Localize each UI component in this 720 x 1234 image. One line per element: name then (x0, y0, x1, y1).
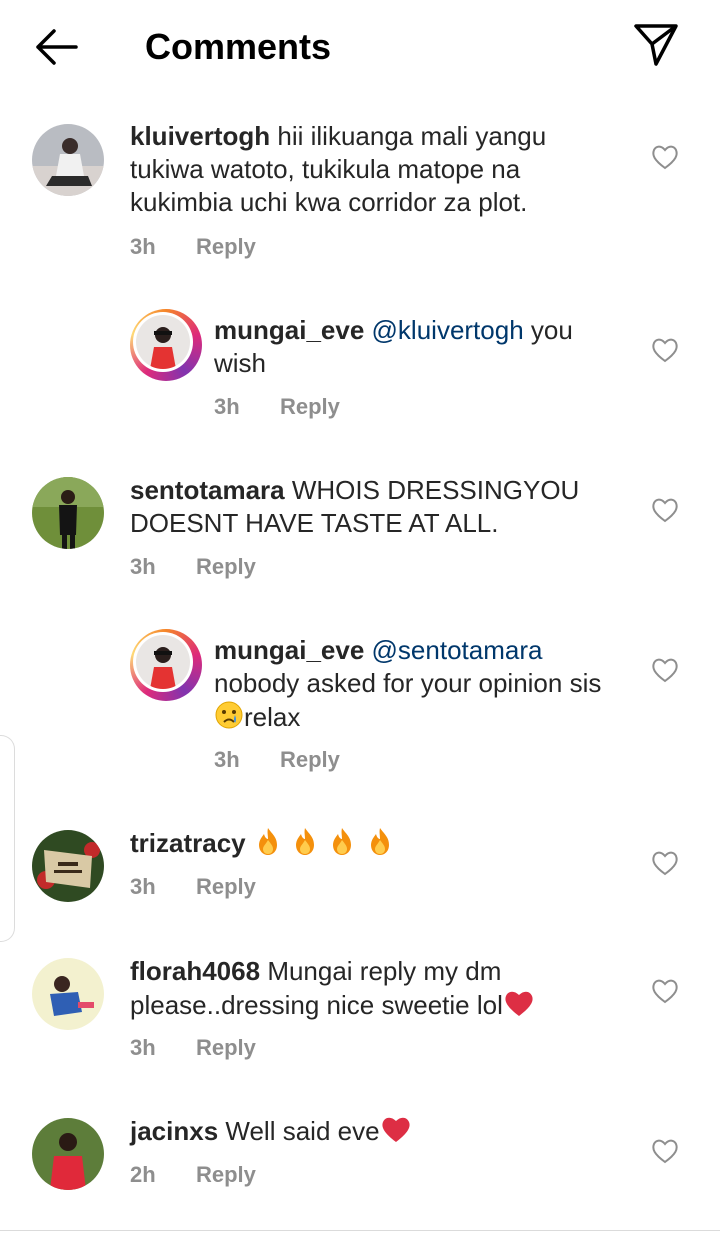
fire-emoji-icon (333, 828, 352, 855)
comment-meta: 3h Reply (130, 554, 256, 580)
reply-button[interactable]: Reply (196, 554, 256, 579)
red-heart-emoji-icon (505, 991, 533, 1016)
reply-button[interactable]: Reply (196, 1162, 256, 1187)
comment-time: 3h (130, 554, 156, 579)
comment-username[interactable]: florah4068 (130, 956, 260, 986)
comment-username[interactable]: jacinxs (130, 1116, 218, 1146)
paper-plane-icon (634, 24, 678, 66)
share-button[interactable] (630, 20, 682, 70)
page-title: Comments (145, 26, 332, 67)
divider (0, 1230, 720, 1231)
fire-emoji-icon (296, 828, 315, 855)
comment-meta: 3h Reply (130, 1035, 256, 1061)
comment-text: kluivertogh hii ilikuanga mali yangu tuk… (130, 120, 610, 219)
comment-body-end: relax (244, 702, 301, 732)
avatar[interactable] (32, 830, 104, 902)
comment-text: trizatracy (130, 826, 610, 860)
red-heart-emoji-icon (381, 1117, 410, 1142)
comment-text: sentotamara WHOIS DRESSINGYOU DOESNT HAV… (130, 474, 610, 540)
mention-link[interactable]: @sentotamara (372, 635, 543, 665)
heart-icon[interactable] (650, 976, 680, 1006)
comment-username[interactable]: sentotamara (130, 475, 285, 505)
comment-meta: 3h Reply (130, 234, 256, 260)
crying-face-emoji-icon (215, 701, 243, 729)
mention-link[interactable]: @kluivertogh (372, 315, 524, 345)
comment-text: mungai_eve @sentotamara nobody asked for… (214, 634, 614, 734)
avatar[interactable] (32, 477, 104, 549)
avatar[interactable] (130, 309, 202, 381)
comment-username[interactable]: trizatracy (130, 828, 246, 858)
comment-time: 2h (130, 1162, 156, 1187)
heart-icon[interactable] (650, 142, 680, 172)
comment-meta: 3h Reply (214, 394, 340, 420)
comment-meta: 3h Reply (214, 747, 340, 773)
fire-emoji-icon (370, 828, 389, 855)
comment-body: Well said eve (225, 1116, 380, 1146)
heart-icon[interactable] (650, 1136, 680, 1166)
comment-time: 3h (214, 747, 240, 772)
comment-body: nobody asked for your opinion sis (214, 668, 602, 698)
avatar[interactable] (130, 629, 202, 701)
back-button[interactable] (30, 24, 82, 70)
side-edge-handle[interactable] (0, 735, 15, 942)
comment-time: 3h (214, 394, 240, 419)
avatar[interactable] (32, 1118, 104, 1190)
avatar[interactable] (32, 124, 104, 196)
fire-emoji-icon (258, 828, 277, 855)
comment-text: jacinxs Well said eve (130, 1114, 610, 1148)
comment-username[interactable]: mungai_eve (214, 315, 364, 345)
arrow-left-icon (36, 29, 78, 65)
comment-time: 3h (130, 234, 156, 259)
heart-icon[interactable] (650, 335, 680, 365)
heart-icon[interactable] (650, 848, 680, 878)
comment-text: mungai_eve @kluivertogh you wish (214, 314, 614, 380)
header: Comments (0, 0, 720, 92)
comment-username[interactable]: mungai_eve (214, 635, 364, 665)
comment-meta: 3h Reply (130, 874, 256, 900)
comment-text: florah4068 Mungai reply my dm please..dr… (130, 955, 610, 1022)
reply-button[interactable]: Reply (196, 1035, 256, 1060)
avatar[interactable] (32, 958, 104, 1030)
heart-icon[interactable] (650, 495, 680, 525)
reply-button[interactable]: Reply (280, 747, 340, 772)
reply-button[interactable]: Reply (196, 234, 256, 259)
comment-meta: 2h Reply (130, 1162, 256, 1188)
comment-time: 3h (130, 1035, 156, 1060)
heart-icon[interactable] (650, 655, 680, 685)
comment-time: 3h (130, 874, 156, 899)
fire-emoji-group (253, 828, 395, 858)
comment-username[interactable]: kluivertogh (130, 121, 270, 151)
reply-button[interactable]: Reply (280, 394, 340, 419)
reply-button[interactable]: Reply (196, 874, 256, 899)
